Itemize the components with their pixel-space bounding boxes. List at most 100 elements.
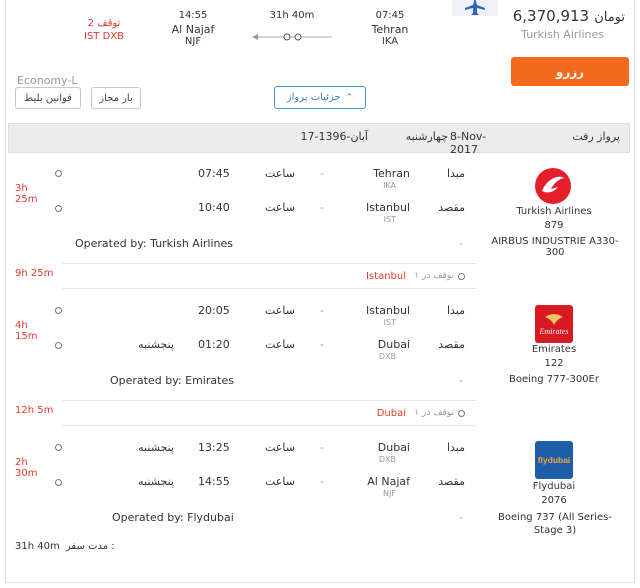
to-city: Dubai (377, 338, 410, 351)
operator-name: Emirates (185, 374, 234, 387)
turkish-airlines-logo (534, 167, 572, 205)
layover-duration: 12h 5m (15, 405, 54, 416)
flight-date-persian: 17-آبان-1396 (300, 130, 369, 143)
airline-logo-small (452, 0, 498, 16)
emirates-logo: Emirates (535, 305, 573, 343)
time-label: ساعت (265, 304, 295, 317)
timeline-dot (55, 444, 62, 451)
divider (62, 425, 476, 426)
to-code: NJF (383, 489, 396, 498)
arr-time: 14:55 (198, 475, 230, 488)
operated-by: Operated by: Emirates (110, 374, 234, 387)
price-amount: 6,370,913 (512, 7, 590, 25)
destination-label: مقصد (438, 338, 465, 351)
aircraft: AIRBUS INDUSTRIE A330-300 (491, 236, 619, 258)
time-label: ساعت (265, 167, 295, 180)
summary-dep-time: 07:45 (375, 10, 405, 21)
origin-label: مبدا (446, 167, 465, 180)
dep-time: 13:25 (198, 441, 230, 454)
origin-label: مبدا (446, 304, 465, 317)
dash: - (320, 338, 324, 351)
flight-number: 122 (544, 358, 564, 369)
summary-stops: 2 توقف (87, 18, 121, 29)
flight-number: 2076 (541, 495, 567, 506)
airline-name: Turkish Airlines (516, 206, 592, 217)
operator-name: Flydubai (187, 511, 234, 524)
baggage-button[interactable]: بار مجاز (91, 87, 141, 109)
layover-label: ۱ توقف در (414, 271, 454, 281)
operator-name: Turkish Airlines (150, 237, 233, 250)
from-city: Dubai (377, 441, 410, 454)
time-label: ساعت (265, 338, 295, 351)
time-label: ساعت (265, 475, 295, 488)
segment-duration: 4h 15m (15, 320, 38, 342)
route-line (252, 27, 332, 41)
outbound-title: پرواز رفت (572, 130, 620, 143)
flight-details-button[interactable]: جزئیات پرواز ⌃ (274, 86, 366, 109)
from-code: IST (383, 318, 396, 327)
total-duration-value: 31h 40m (15, 541, 60, 552)
flydubai-logo: flydubai (535, 441, 573, 479)
operated-by: Operated by: Flydubai (112, 511, 234, 524)
dash: - (459, 511, 463, 524)
svg-text:Emirates: Emirates (539, 327, 569, 336)
dep-time: 07:45 (198, 167, 230, 180)
timeline-dot (55, 170, 62, 177)
dash: - (459, 374, 463, 387)
segment-duration: 3h 25m (15, 183, 38, 205)
price: تومان 6,370,913 (510, 6, 625, 25)
operated-by: Operated by: Turkish Airlines (75, 237, 233, 250)
time-label: ساعت (265, 441, 295, 454)
dash: - (459, 237, 463, 250)
arr-time: 01:20 (198, 338, 230, 351)
from-code: IKA (383, 181, 396, 190)
total-duration-label: مدت سفر : (65, 541, 115, 552)
divider (62, 263, 476, 264)
timeline-dot (55, 307, 62, 314)
layover-city: Istanbul (365, 271, 406, 282)
destination-label: مقصد (438, 201, 465, 214)
dash: - (320, 201, 324, 214)
timeline-dot (55, 342, 62, 349)
price-currency: تومان (594, 10, 625, 25)
to-code: IST (383, 215, 396, 224)
divider (62, 288, 476, 289)
layover-duration: 9h 25m (15, 268, 54, 279)
svg-text:flydubai: flydubai (538, 455, 571, 465)
dash: - (320, 475, 324, 488)
layover-dot (458, 273, 465, 280)
from-code: DXB (378, 455, 396, 464)
arr-day: پنجشنبه (138, 475, 174, 488)
to-city: Al Najaf (367, 475, 410, 488)
dep-day: پنجشنبه (138, 441, 174, 454)
aircraft: Boeing 737 (All Series-Stage 3) (498, 512, 612, 536)
to-code: DXB (378, 352, 396, 361)
segment-duration: 2h 30m (15, 457, 38, 479)
layover-city: Dubai (376, 408, 406, 419)
operated-by-label: Operated by: (112, 511, 184, 524)
arr-time: 10:40 (198, 201, 230, 214)
dep-time: 20:05 (198, 304, 230, 317)
to-city: Istanbul (365, 201, 410, 214)
layover-label: ۱ توقف در (414, 408, 454, 418)
flight-date-greg: 8-Nov-2017 (450, 130, 487, 156)
cabin-class: Economy-L (17, 74, 78, 87)
arr-day: پنجشنبه (138, 338, 174, 351)
flight-number: 879 (544, 220, 564, 231)
summary-arr-time: 14:55 (178, 10, 208, 21)
reserve-button[interactable]: رزرو (511, 57, 629, 86)
time-label: ساعت (265, 201, 295, 214)
timeline-dot (55, 479, 62, 486)
plane-icon (465, 0, 485, 15)
summary-arr-code: NJF (184, 36, 202, 47)
total-duration: 31h 40m مدت سفر : (15, 541, 115, 552)
from-city: Tehran (373, 167, 410, 180)
dash: - (320, 441, 324, 454)
timeline-dot (55, 205, 62, 212)
operated-by-label: Operated by: (110, 374, 182, 387)
dash: - (320, 304, 324, 317)
flight-weekday: چهارشنبه (405, 130, 448, 143)
ticket-rules-button[interactable]: قوانین بلیط (15, 87, 81, 109)
summary-duration: 31h 40m (269, 10, 315, 21)
summary-airline: Turkish Airlines (521, 28, 604, 41)
